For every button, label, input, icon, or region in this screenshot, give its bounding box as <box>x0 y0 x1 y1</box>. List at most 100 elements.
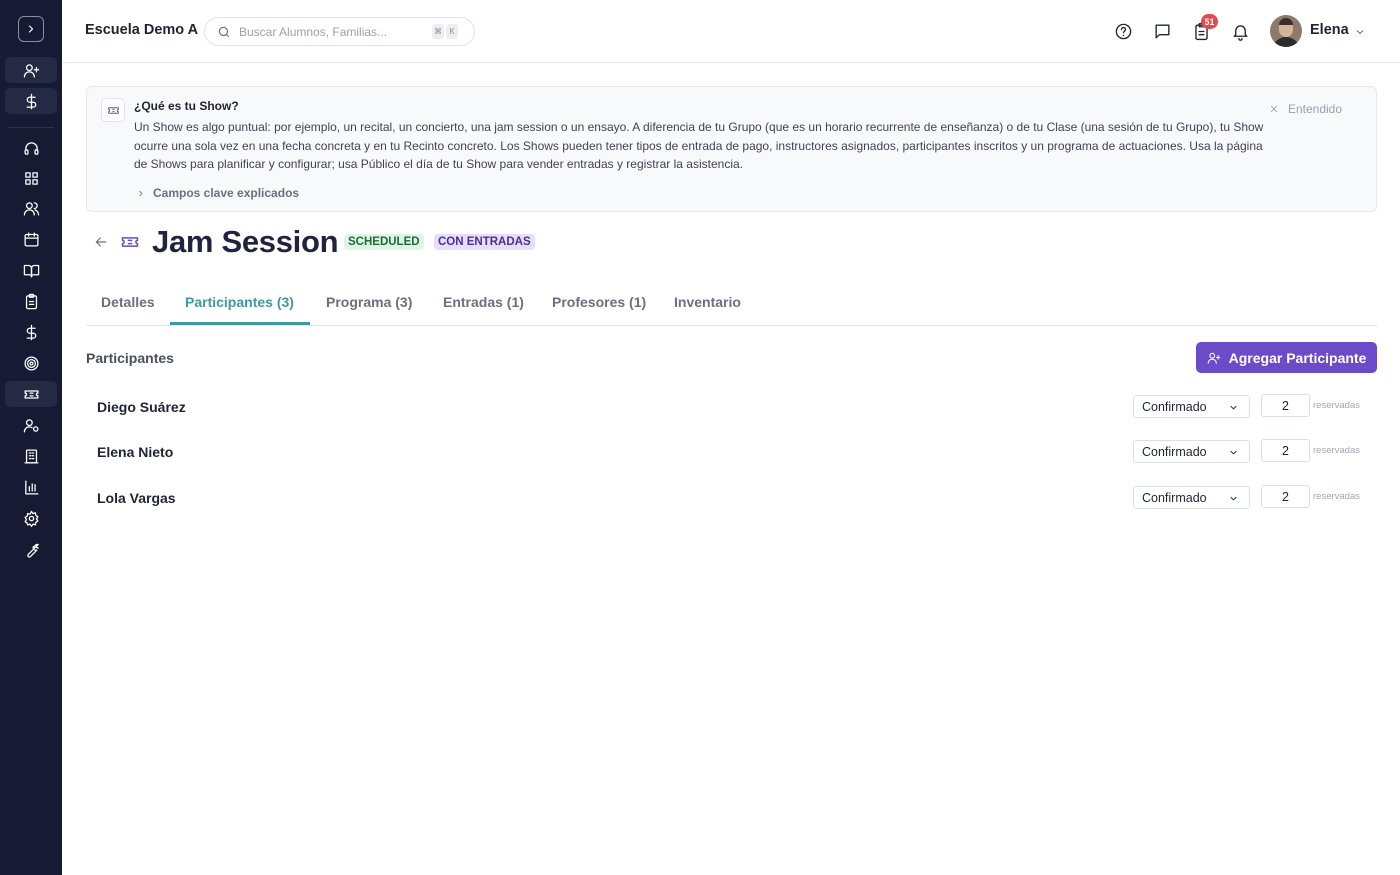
search-box[interactable]: ⌘ K <box>204 17 475 46</box>
participant-name[interactable]: Lola Vargas <box>97 490 176 506</box>
tab-inventory[interactable]: Inventario <box>674 294 741 310</box>
dollar-icon <box>26 93 36 109</box>
search-icon <box>218 26 230 37</box>
sidebar-divider <box>8 127 54 128</box>
table-row: Diego Suárez Confirmado 2 reservadas <box>86 393 1377 423</box>
status-value: Confirmado <box>1142 399 1207 414</box>
reserved-input[interactable]: 2 <box>1261 439 1310 462</box>
target-icon <box>23 355 39 371</box>
search-input[interactable] <box>239 24 429 39</box>
reserved-label: reservadas <box>1313 491 1360 502</box>
messages-button[interactable] <box>1152 21 1172 41</box>
tasks-button[interactable]: 51 <box>1191 14 1218 41</box>
gear-icon <box>23 510 39 527</box>
building-icon <box>23 448 39 464</box>
status-select[interactable]: Confirmado <box>1133 395 1250 418</box>
sidebar-item-support[interactable] <box>5 135 57 161</box>
bar-chart-icon <box>24 479 39 495</box>
user-settings-icon <box>23 418 39 433</box>
user-name[interactable]: Elena <box>1310 22 1349 38</box>
user-menu-toggle[interactable] <box>1354 25 1366 37</box>
chevron-down-icon <box>1356 30 1364 35</box>
sidebar-item-dashboard[interactable] <box>5 165 57 191</box>
tab-program[interactable]: Programa (3) <box>326 294 412 310</box>
add-participant-button[interactable]: Agregar Participante <box>1196 342 1377 373</box>
banner-dismiss-label: Entendido <box>1287 102 1342 116</box>
sidebar-item-goals[interactable] <box>5 350 57 376</box>
book-icon <box>23 264 39 278</box>
ticket-icon <box>120 232 140 252</box>
sidebar-item-payment[interactable] <box>5 88 57 114</box>
keyboard-shortcut: ⌘ K <box>432 24 458 39</box>
dollar-icon <box>26 324 36 340</box>
close-icon <box>1270 105 1278 113</box>
sidebar-item-staff[interactable] <box>5 412 57 438</box>
banner-more-label: Campos clave explicados <box>153 186 300 200</box>
reserved-input[interactable]: 2 <box>1261 485 1310 508</box>
participant-name[interactable]: Elena Nieto <box>97 444 173 460</box>
status-value: Confirmado <box>1142 444 1207 459</box>
cmd-key: ⌘ <box>432 24 444 39</box>
sidebar-item-billing[interactable] <box>5 319 57 345</box>
top-bar: Escuela Demo A ⌘ K 51 Elena <box>62 0 1400 63</box>
sidebar-item-tools[interactable] <box>5 537 57 563</box>
sidebar <box>0 0 62 875</box>
k-key: K <box>446 24 458 39</box>
add-participant-label: Agregar Participante <box>1228 349 1367 366</box>
sidebar-item-locations[interactable] <box>5 443 57 469</box>
ticket-icon <box>23 389 39 399</box>
add-user-icon <box>23 63 39 78</box>
avatar[interactable] <box>1270 15 1302 47</box>
sidebar-item-tasks[interactable] <box>5 288 57 314</box>
bell-icon <box>1232 24 1248 41</box>
banner-title: ¿Qué es tu Show? <box>134 99 239 113</box>
headset-icon <box>23 141 39 155</box>
banner-expand-toggle[interactable]: Campos clave explicados <box>136 186 299 200</box>
sidebar-item-reports[interactable] <box>5 474 57 500</box>
sidebar-toggle-button[interactable] <box>18 16 44 42</box>
tab-participants[interactable]: Participantes (3) <box>185 294 294 310</box>
section-title: Participantes <box>86 350 174 366</box>
banner-dismiss-button[interactable]: Entendido <box>1269 102 1342 116</box>
users-icon <box>23 201 39 216</box>
clipboard-icon <box>25 293 37 309</box>
reserved-label: reservadas <box>1313 400 1360 411</box>
status-select[interactable]: Confirmado <box>1133 486 1250 509</box>
tab-bar: Detalles Participantes (3) Programa (3) … <box>86 284 1377 326</box>
banner-text: Un Show es algo puntual: por ejemplo, un… <box>134 120 1264 171</box>
status-value: Confirmado <box>1142 490 1207 505</box>
wrench-icon <box>26 543 39 558</box>
ticket-icon <box>101 98 125 122</box>
active-tab-indicator <box>170 322 310 325</box>
back-button[interactable] <box>93 234 109 250</box>
reserved-input[interactable]: 2 <box>1261 394 1310 417</box>
sidebar-item-courses[interactable] <box>5 257 57 283</box>
arrow-left-icon <box>95 237 107 247</box>
tab-tickets[interactable]: Entradas (1) <box>443 294 524 310</box>
chevron-down-icon <box>1230 405 1237 410</box>
chevron-right-icon <box>28 25 34 33</box>
sidebar-item-calendar[interactable] <box>5 226 57 252</box>
table-row: Lola Vargas Confirmado 2 reservadas <box>86 484 1377 514</box>
tickets-badge: CON ENTRADAS <box>434 234 535 250</box>
sidebar-item-settings[interactable] <box>5 505 57 531</box>
calendar-icon <box>23 231 39 247</box>
chevron-down-icon <box>1230 496 1237 501</box>
status-badge: SCHEDULED <box>344 234 424 250</box>
page-title: Jam Session <box>152 224 339 259</box>
help-button[interactable] <box>1113 21 1133 41</box>
help-icon <box>1115 23 1131 39</box>
status-select[interactable]: Confirmado <box>1133 440 1250 463</box>
notifications-button[interactable] <box>1230 21 1250 41</box>
grid-icon <box>24 171 38 185</box>
reserved-label: reservadas <box>1313 445 1360 456</box>
sidebar-item-add-student[interactable] <box>5 57 57 83</box>
tab-details[interactable]: Detalles <box>101 294 155 310</box>
tasks-badge: 51 <box>1201 14 1218 29</box>
chevron-down-icon <box>1230 450 1237 455</box>
tab-teachers[interactable]: Profesores (1) <box>552 294 646 310</box>
sidebar-item-shows[interactable] <box>5 381 57 407</box>
participant-name[interactable]: Diego Suárez <box>97 399 186 415</box>
sidebar-item-students[interactable] <box>5 195 57 221</box>
chevron-right-icon <box>139 190 143 196</box>
